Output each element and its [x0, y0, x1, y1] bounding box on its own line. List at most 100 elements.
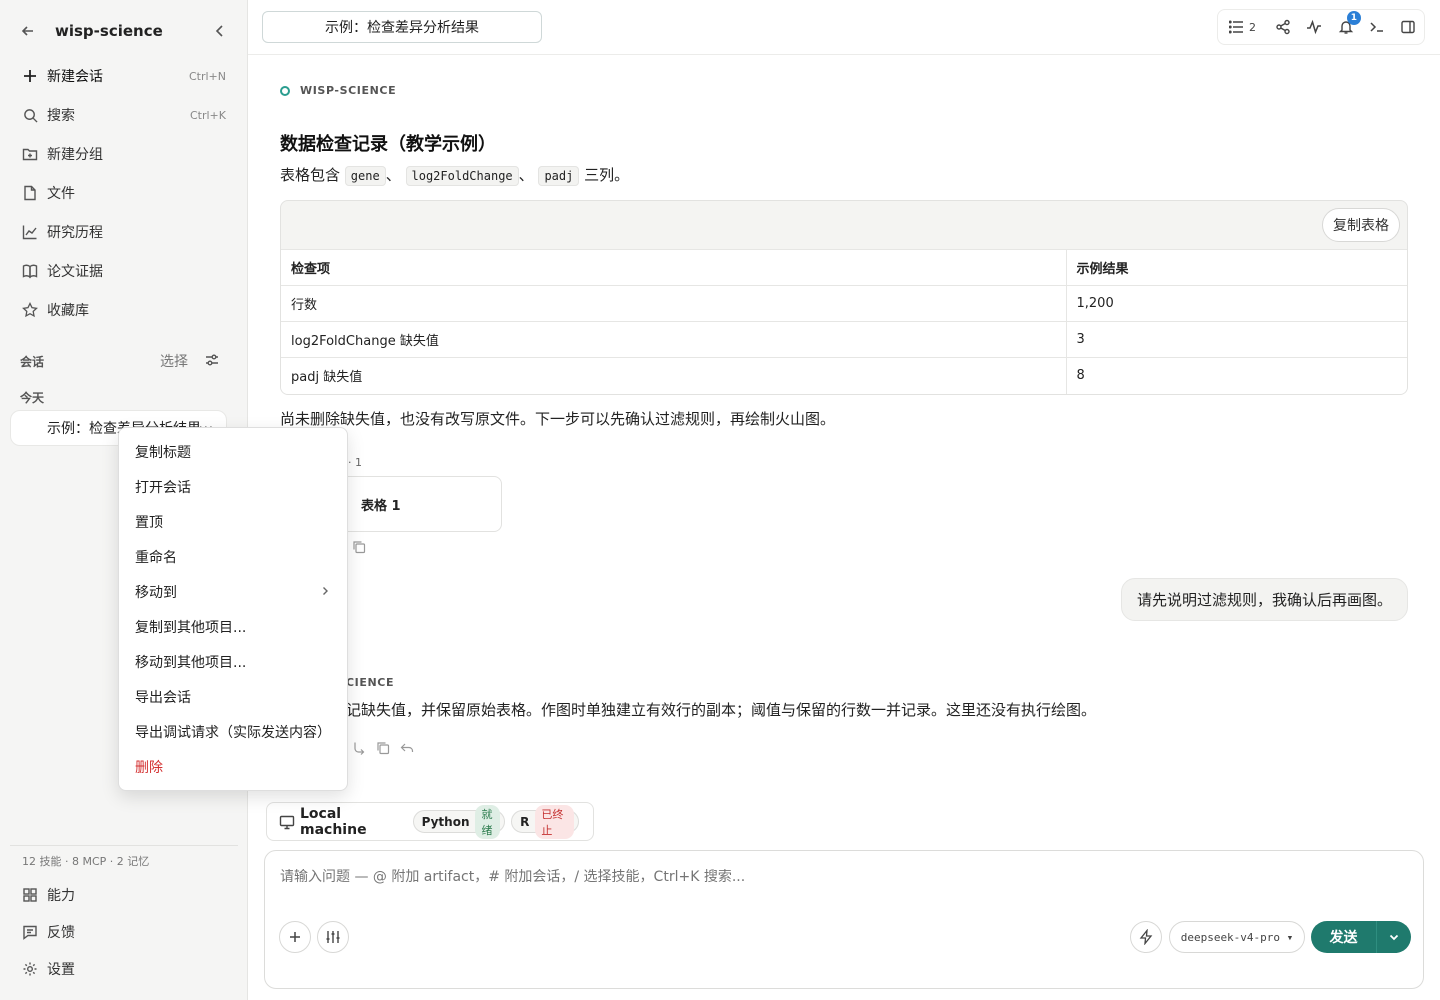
terminal-button[interactable] [1361, 11, 1392, 43]
sidebar-item-capabilities[interactable]: 能力 [10, 879, 238, 911]
settings-sliders-button[interactable] [317, 921, 349, 953]
sidebar-item-label: 新建会话 [47, 69, 103, 85]
separator: 、 [385, 166, 401, 184]
search-icon [22, 107, 38, 123]
status-badge: 已终止 [535, 804, 574, 839]
select-conversations-button[interactable]: 选择 [160, 351, 188, 371]
table-cell: 行数 [281, 285, 1066, 322]
table-row: log2FoldChange 缺失值 3 [281, 321, 1407, 358]
send-options-button[interactable] [1377, 921, 1411, 953]
intro-prefix: 表格包含 [280, 166, 341, 184]
sidebar-item-feedback[interactable]: 反馈 [10, 916, 238, 948]
menu-item-rename[interactable]: 重命名 [119, 539, 347, 574]
assistant-message-text: 记缺失值，并保留原始表格。作图时单独建立有效行的副本；阈值与保留的行数一并记录。… [346, 701, 1097, 719]
menu-item-move-to-project[interactable]: 移动到其他项目... [119, 644, 347, 679]
notifications-button[interactable]: 1 [1330, 11, 1361, 43]
table-header: 检查项 [281, 249, 1066, 286]
quick-action-button[interactable] [1130, 921, 1162, 953]
separator: 、 [518, 166, 534, 184]
monitor-icon [279, 814, 295, 830]
gear-icon [22, 961, 38, 977]
menu-item-pin[interactable]: 置顶 [119, 504, 347, 539]
table-cell: log2FoldChange 缺失值 [281, 321, 1066, 358]
assistant-label: WISP-SCIENCE [280, 84, 396, 97]
menu-item-export-debug-request[interactable]: 导出调试请求（实际发送内容） [119, 714, 347, 749]
panel-icon [1400, 19, 1416, 35]
menu-item-open-conversation[interactable]: 打开会话 [119, 469, 347, 504]
branch-icon[interactable] [352, 741, 366, 755]
star-icon [22, 302, 38, 318]
file-icon [22, 185, 38, 201]
inline-code: log2FoldChange [405, 166, 519, 186]
menu-item-copy-to-project[interactable]: 复制到其他项目... [119, 609, 347, 644]
send-button[interactable]: 发送 [1311, 921, 1377, 953]
sidebar-item-label: 反馈 [47, 925, 75, 941]
copy-table-button[interactable]: 复制表格 [1322, 208, 1400, 242]
sidebar-item-new-chat[interactable]: 新建会话 Ctrl+N [10, 59, 238, 93]
inline-code: gene [344, 166, 386, 186]
sidebar-item-favorites[interactable]: 收藏库 [10, 293, 238, 327]
attach-button[interactable] [279, 921, 311, 953]
top-bar: 示例：检查差异分析结果 2 1 [248, 0, 1440, 55]
sidebar-item-files[interactable]: 文件 [10, 176, 238, 210]
activity-button[interactable] [1298, 11, 1329, 43]
sidebar-item-paper-evidence[interactable]: 论文证据 [10, 254, 238, 288]
today-label: 今天 [20, 391, 45, 405]
conversation-title-field[interactable]: 示例：检查差异分析结果 [262, 11, 542, 43]
toggle-panel-button[interactable] [1393, 11, 1424, 43]
message-summary: 尚未删除缺失值，也没有改写原文件。下一步可以先确认过滤规则，再绘制火山图。 [280, 410, 836, 428]
sliders-icon [325, 929, 341, 945]
table-cell: 3 [1065, 321, 1407, 358]
shortcut-hint: Ctrl+K [189, 108, 226, 122]
activity-icon [1306, 19, 1322, 35]
plus-icon [22, 68, 38, 84]
chevron-right-icon [319, 585, 331, 597]
back-arrow-icon[interactable] [18, 21, 38, 41]
data-table: 检查项 示例结果 行数 1,200 log2FoldChange 缺失值 3 p… [281, 249, 1407, 394]
assistant-label: CIENCE [346, 676, 394, 689]
kernel-label: Python [421, 814, 470, 829]
message-input[interactable] [280, 869, 1380, 885]
assistant-name: WISP-SCIENCE [300, 84, 397, 97]
grid-icon [22, 887, 38, 903]
table-row: 行数 1,200 [281, 285, 1407, 322]
menu-item-copy-title[interactable]: 复制标题 [119, 434, 347, 469]
menu-item-export-conversation[interactable]: 导出会话 [119, 679, 347, 714]
model-selector[interactable]: deepseek-v4-pro ▾ [1169, 921, 1305, 953]
message-intro: 表格包含 gene、 log2FoldChange、 padj 三列。 [280, 164, 629, 186]
folder-plus-icon [22, 146, 38, 162]
chart-line-icon [22, 224, 38, 240]
section-label-conversations: 会话 [20, 355, 45, 369]
runtime-selector[interactable]: Local machine Python 就绪 R 已终止 [266, 802, 594, 841]
collapse-sidebar-icon[interactable] [210, 21, 230, 41]
menu-item-move-to[interactable]: 移动到 [119, 574, 347, 609]
plus-icon [288, 930, 302, 944]
assistant-name: CIENCE [346, 676, 395, 689]
sidebar-item-label: 能力 [47, 888, 75, 904]
sidebar-item-settings[interactable]: 设置 [10, 953, 238, 985]
message-actions [352, 540, 366, 554]
copy-icon[interactable] [376, 741, 390, 755]
artifact-count-label: · 1 [348, 456, 362, 469]
table-cell: 1,200 [1065, 285, 1407, 322]
menu-item-delete[interactable]: 删除 [119, 749, 347, 784]
sidebar-item-label: 文件 [47, 186, 75, 202]
sidebar-item-new-group[interactable]: 新建分组 [10, 137, 238, 171]
r-kernel-pill[interactable]: R 已终止 [511, 804, 579, 839]
python-kernel-pill[interactable]: Python 就绪 [412, 804, 506, 839]
assistant-logo-icon [280, 85, 290, 96]
sidebar-item-label: 搜索 [47, 108, 75, 124]
inline-code: padj [538, 166, 580, 186]
copy-icon[interactable] [352, 540, 366, 554]
sidebar-item-research-history[interactable]: 研究历程 [10, 215, 238, 249]
divider [10, 845, 238, 846]
sidebar-item-search[interactable]: 搜索 Ctrl+K [10, 98, 238, 132]
task-list-button[interactable]: 2 [1218, 11, 1267, 43]
reply-icon[interactable] [400, 741, 414, 755]
message-actions [352, 741, 414, 755]
filter-icon[interactable] [204, 352, 220, 368]
conversation-context-menu: 复制标题 打开会话 置顶 重命名 移动到 复制到其他项目... 移动到其他项目.… [118, 427, 348, 791]
sidebar-item-label: 论文证据 [47, 264, 103, 280]
list-icon [1229, 20, 1244, 34]
share-button[interactable] [1267, 11, 1298, 43]
